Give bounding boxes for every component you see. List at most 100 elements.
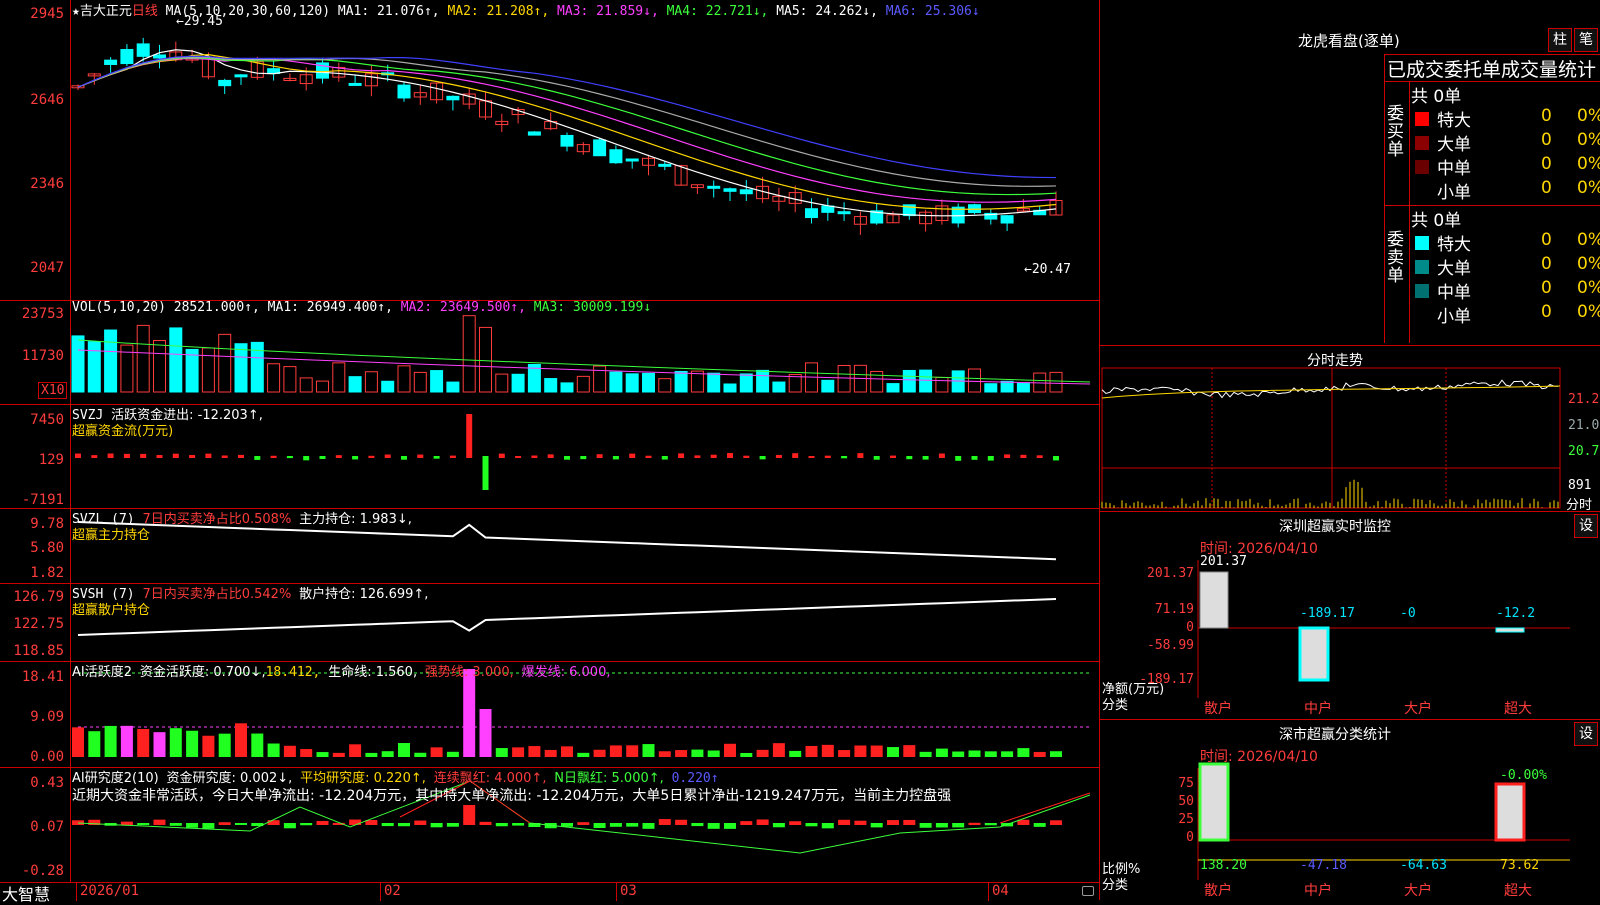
svzl-y-2: 5.80 bbox=[30, 540, 64, 556]
buy-m-pct: 0% bbox=[1577, 154, 1600, 174]
mon-cat-1: 散户 bbox=[1204, 701, 1232, 717]
fund-flow-bar bbox=[107, 453, 114, 458]
classify-panel[interactable]: 深市超赢分类统计 设 时间: 2026/04/10 75 50 25 0 -0.… bbox=[1100, 719, 1600, 901]
svzj-panel[interactable]: SVZJ 活跃资金进出: -12.203↑, 超赢资金流(万元) 7450 12… bbox=[0, 404, 1100, 509]
activity-bar bbox=[332, 752, 345, 757]
svsh-panel[interactable]: SVSH (7) 7日内买卖净占比0.542% 散户持仓: 126.699↑, … bbox=[0, 583, 1100, 662]
research-bar bbox=[398, 823, 410, 827]
volume-panel[interactable]: VOL(5,10,20) 28521.000↑, MA1: 26949.400↑… bbox=[0, 300, 1100, 405]
fs-y-3: 20.76 bbox=[1568, 444, 1600, 459]
fund-flow-bar bbox=[238, 454, 244, 458]
fund-flow-bar bbox=[596, 454, 603, 458]
brand-label: 大智慧 bbox=[2, 885, 51, 904]
lock-icon[interactable] bbox=[1082, 886, 1094, 896]
volume-bar bbox=[821, 379, 835, 393]
fund-flow-bar bbox=[547, 454, 554, 458]
cls-val-3: -64.63 bbox=[1400, 858, 1447, 873]
fund-flow-bar bbox=[417, 454, 424, 458]
activity-bar bbox=[740, 752, 753, 757]
activity-bar bbox=[544, 749, 557, 757]
volume-bar bbox=[364, 371, 378, 393]
intraday-panel[interactable]: 分时走势 21.20 21.01 20.76 891 分时 bbox=[1100, 345, 1600, 513]
cls-y-4: 0 bbox=[1186, 830, 1194, 845]
svsh-desc: 7日内买卖净占比0.542% bbox=[142, 587, 292, 602]
activity-bar bbox=[1017, 748, 1030, 757]
volume-bar bbox=[332, 362, 346, 393]
intraday-price-line bbox=[1101, 379, 1559, 399]
candle-body bbox=[658, 163, 672, 167]
fund-flow-bar bbox=[629, 453, 636, 458]
ma2-label: MA2: 21.208↑, bbox=[447, 4, 550, 19]
monitor-panel[interactable]: 深圳超赢实时监控 设 时间: 2026/04/10 201.37 71.19 0… bbox=[1100, 511, 1600, 720]
fund-flow-bar bbox=[938, 453, 945, 458]
mon-cat-3: 大户 bbox=[1404, 701, 1432, 717]
sell-m-pct: 0% bbox=[1577, 278, 1600, 298]
classify-chart[interactable] bbox=[1100, 720, 1600, 901]
sell-l-count: 0 bbox=[1541, 254, 1552, 274]
ai-activity-panel[interactable]: AI活跃度2 资金活跃度: 0.700↓,18.412, 生命线: 1.560,… bbox=[0, 661, 1100, 768]
activity-bar bbox=[984, 751, 997, 757]
volume-bar bbox=[397, 365, 411, 393]
period-label[interactable]: 日线 bbox=[132, 4, 158, 19]
ai1-d: 强势线: 3.000, bbox=[424, 665, 514, 680]
y-axis-line bbox=[70, 0, 71, 882]
kline-chart[interactable] bbox=[0, 0, 1100, 300]
fund-flow-bar bbox=[645, 455, 652, 458]
volume-bar bbox=[968, 368, 981, 393]
activity-bar bbox=[283, 745, 296, 757]
high-value: 29.45 bbox=[183, 14, 223, 29]
volume-bar bbox=[723, 383, 737, 393]
ma1-label: MA1: 21.076↑, bbox=[337, 4, 440, 19]
tick-mode-button[interactable]: 笔 bbox=[1574, 28, 1598, 52]
candle-body bbox=[821, 205, 835, 213]
activity-bar bbox=[724, 743, 736, 757]
volume-bar bbox=[299, 377, 313, 393]
fund-flow-bar bbox=[368, 455, 375, 458]
research-bar bbox=[72, 820, 84, 825]
bar-mode-button[interactable]: 柱 bbox=[1548, 28, 1572, 52]
ai-research-panel[interactable]: AI研究度2(10) 资金研究度: 0.002↓, 平均研究度: 0.220↑,… bbox=[0, 767, 1100, 882]
fund-flow-bar bbox=[564, 456, 570, 460]
activity-bar bbox=[577, 752, 590, 757]
ma4-label: MA4: 22.721↓, bbox=[666, 4, 769, 19]
svzl-desc: 7日内买卖净占比0.508% bbox=[142, 512, 292, 527]
research-bar bbox=[626, 823, 639, 827]
volume-bar bbox=[902, 369, 916, 393]
volume-bar bbox=[316, 380, 329, 393]
candle-body bbox=[120, 49, 134, 65]
candle-body bbox=[805, 208, 818, 219]
svsh-y-1: 126.79 bbox=[13, 589, 64, 605]
buy-row-xl: 特大 0 0% bbox=[1411, 106, 1600, 131]
volume-bar bbox=[935, 376, 949, 393]
vol-value: 28521.000↑, bbox=[173, 300, 260, 315]
research-bar bbox=[935, 823, 948, 828]
kline-panel[interactable]: ★吉大正元日线 MA(5,10,20,30,60,120) MA1: 21.07… bbox=[0, 0, 1100, 301]
buy-xl-count: 0 bbox=[1541, 106, 1552, 126]
lhb-table: 已成交委托单成交量统计 委买单 共 0单 特大 0 0% 大单 0 0% 中单 0 0% 小… bbox=[1384, 54, 1600, 343]
svzl-panel[interactable]: SVZL (7) 7日内买卖净占比0.508% 主力持仓: 1.983↓, 超赢… bbox=[0, 508, 1100, 584]
ai2-c: 连续飘红: 4.000↑, bbox=[433, 771, 547, 786]
lhb-sep-v bbox=[1409, 81, 1410, 343]
cls-val-2: -47.18 bbox=[1300, 858, 1347, 873]
cls-y-2: 50 bbox=[1178, 794, 1194, 809]
activity-bar bbox=[1050, 751, 1062, 757]
research-bar bbox=[756, 819, 769, 825]
research-bar bbox=[1050, 820, 1062, 825]
mon-cat-2: 中户 bbox=[1304, 701, 1332, 717]
volume-chart[interactable] bbox=[0, 300, 1100, 404]
volume-bar bbox=[495, 373, 509, 393]
research-bar bbox=[267, 820, 280, 825]
x-date-1: 2026/01 bbox=[80, 883, 140, 899]
sell-m-count: 0 bbox=[1541, 278, 1552, 298]
fs-y-1: 21.20 bbox=[1568, 392, 1600, 407]
ai1-a: 资金活跃度: 0.700↓, bbox=[139, 665, 266, 680]
sell-s-label: 小单 bbox=[1437, 307, 1471, 327]
svsh-pos: 散户持仓: 126.699↑, bbox=[299, 587, 429, 602]
vol-title: VOL(5,10,20) bbox=[72, 300, 166, 315]
activity-bar bbox=[186, 730, 199, 757]
volume-bar bbox=[658, 378, 672, 393]
fund-flow-bar bbox=[922, 456, 929, 460]
intraday-chart[interactable] bbox=[1100, 346, 1600, 512]
volume-bar bbox=[136, 324, 150, 393]
activity-bar bbox=[838, 750, 851, 757]
